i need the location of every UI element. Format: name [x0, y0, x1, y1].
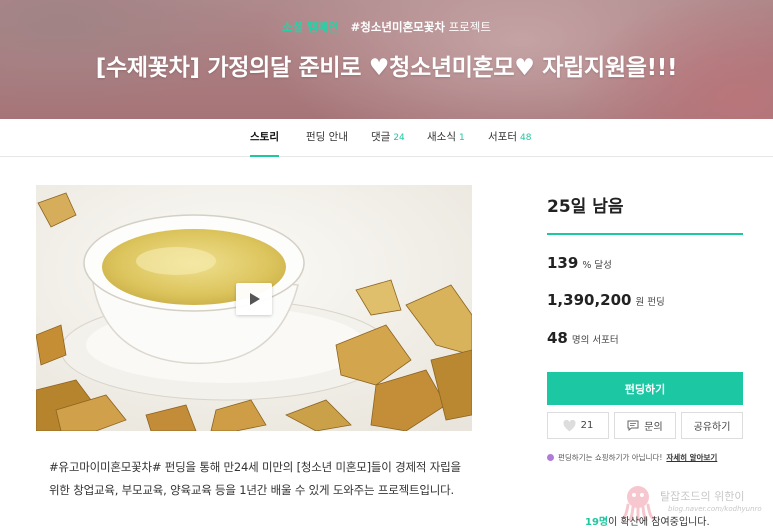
achieved-value: 139 — [547, 254, 579, 272]
tab-story-label: 스토리 — [250, 131, 279, 143]
category-label[interactable]: 소셜 캠페인 — [282, 20, 339, 34]
like-count: 21 — [580, 420, 594, 431]
funded-amount: 1,390,200 원 펀딩 — [547, 291, 665, 309]
achieved-unit: % 달성 — [582, 260, 612, 271]
share-button[interactable]: 공유하기 — [681, 412, 743, 439]
inquiry-label: 문의 — [644, 422, 663, 433]
funded-value: 1,390,200 — [547, 291, 632, 309]
story-video[interactable] — [36, 185, 472, 431]
share-label: 공유하기 — [693, 422, 731, 433]
hero-tags: 소셜 캠페인 #청소년미혼모꽃차 프로젝트 — [0, 19, 773, 35]
fund-button[interactable]: 펀딩하기 — [547, 372, 743, 405]
supporters-unit: 명의 서포터 — [571, 335, 619, 346]
tab-comments-count: 24 — [393, 133, 405, 143]
watermark-url: blog.naver.com/kodhyunro — [668, 505, 762, 513]
tab-supporters-label: 서포터 — [488, 131, 517, 143]
supporter-count: 48 명의 서포터 — [547, 329, 619, 347]
tab-bar: 스토리 펀딩 안내 댓글 24 새소식 1 서포터 48 — [0, 119, 773, 157]
spread-count: 19명 — [585, 517, 609, 528]
funded-unit: 원 펀딩 — [635, 297, 665, 308]
tab-comments-label: 댓글 — [371, 131, 391, 143]
tab-supporters-count: 48 — [519, 133, 532, 143]
funding-notice: 펀딩하기는 쇼핑하기가 아닙니다! 자세히 알아보기 — [547, 452, 717, 463]
tab-funding-info-label: 펀딩 안내 — [306, 131, 348, 143]
spread-text: 이 확산에 참여중입니다. — [608, 517, 710, 528]
message-icon — [627, 420, 639, 431]
learn-more-link[interactable]: 자세히 알아보기 — [666, 452, 717, 463]
project-hero: 소셜 캠페인 #청소년미혼모꽃차 프로젝트 [수제꽃차] 가정의달 준비로 ♥청… — [0, 0, 773, 119]
tab-news-label: 새소식 — [427, 131, 456, 143]
notice-text: 펀딩하기는 쇼핑하기가 아닙니다! — [558, 453, 663, 462]
heart-icon — [563, 419, 576, 431]
days-left: 25일 남음 — [547, 197, 624, 217]
tab-news-count: 1 — [458, 133, 465, 143]
project-tag[interactable]: #청소년미혼모꽃차 — [351, 20, 445, 34]
achieved-rate: 139% 달성 — [547, 254, 612, 272]
like-button[interactable]: 21 — [547, 412, 609, 439]
inquiry-button[interactable]: 문의 — [614, 412, 676, 439]
project-summary: #유고마이미혼모꽃차# 펀딩을 통해 만24세 미만의 [청소년 미혼모]들이 … — [49, 460, 461, 497]
supporters-value: 48 — [547, 329, 568, 347]
tab-comments[interactable]: 댓글 24 — [371, 119, 405, 157]
tab-supporters[interactable]: 서포터 48 — [488, 119, 531, 157]
share-spread-status: 19명이 확산에 참여중입니다. — [585, 513, 710, 528]
tab-funding-info[interactable]: 펀딩 안내 — [306, 119, 348, 157]
watermark-name: 탈잡조드의 위한이 — [660, 490, 745, 503]
project-tag-suffix: 프로젝트 — [448, 20, 491, 34]
tab-story[interactable]: 스토리 — [250, 119, 279, 157]
tab-news[interactable]: 새소식 1 — [427, 119, 465, 157]
progress-bar — [547, 233, 743, 235]
notice-dot-icon — [547, 454, 554, 461]
play-icon[interactable] — [236, 283, 272, 315]
page-title: [수제꽃차] 가정의달 준비로 ♥청소년미혼모♥ 자립지원을!!! — [95, 55, 678, 81]
